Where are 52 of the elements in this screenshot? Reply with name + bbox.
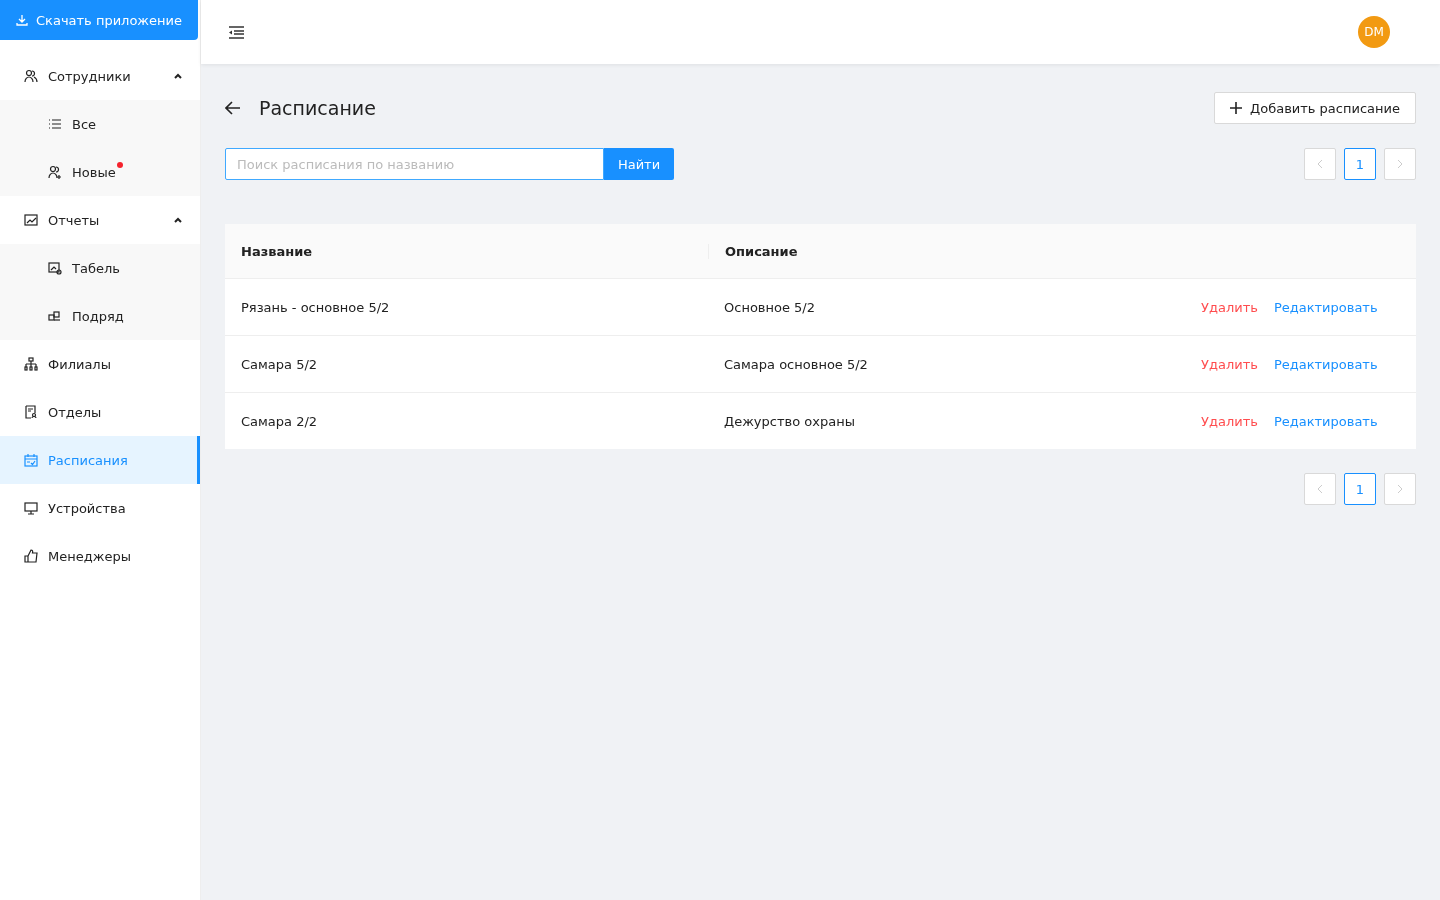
- table-cell: Рязань - основное 5/2: [241, 299, 390, 315]
- sidebar-item[interactable]: Менеджеры: [0, 532, 200, 580]
- back-arrow-icon[interactable]: [225, 101, 241, 115]
- edit-link[interactable]: Редактировать: [1273, 356, 1378, 372]
- chart-icon: [24, 213, 38, 227]
- delete-link[interactable]: Удалить: [1201, 413, 1258, 429]
- delete-link[interactable]: Удалить: [1201, 299, 1258, 315]
- sidebar-subitem[interactable]: Все: [0, 100, 200, 148]
- search-field[interactable]: Поиск расписания по названию: [225, 148, 604, 180]
- chevron-right-icon: [1397, 159, 1403, 169]
- page-button[interactable]: 1: [1344, 473, 1376, 505]
- thumbs-up-icon: [24, 549, 38, 563]
- menu-collapse-icon[interactable]: [229, 25, 244, 39]
- table-cell: Самара основное 5/2: [724, 356, 868, 372]
- blocks-icon: [48, 309, 62, 323]
- sidebar-item[interactable]: Сотрудники: [0, 52, 200, 100]
- column-header: Описание: [725, 243, 798, 259]
- sidebar-subitem[interactable]: Новые: [0, 148, 200, 196]
- chevron-left-icon: [1317, 484, 1323, 494]
- chevron-right-icon: [1397, 484, 1403, 494]
- add-schedule-button[interactable]: Добавить расписание: [1214, 92, 1416, 124]
- sidebar-item[interactable]: Отделы: [0, 388, 200, 436]
- edit-link[interactable]: Редактировать: [1273, 299, 1378, 315]
- search-button[interactable]: Найти: [604, 148, 674, 180]
- list-icon: [48, 117, 62, 131]
- calendar-icon: [24, 453, 38, 467]
- table-cell: Самара 5/2: [241, 356, 318, 372]
- sidebar-item[interactable]: Филиалы: [0, 340, 200, 388]
- user-avatar[interactable]: DM: [1358, 16, 1390, 48]
- page-button[interactable]: 1: [1344, 148, 1376, 180]
- sidebar-item[interactable]: Отчеты: [0, 196, 200, 244]
- sidebar-subitem[interactable]: Подряд: [0, 292, 200, 340]
- table-cell: Самара 2/2: [241, 413, 318, 429]
- report-icon: [48, 261, 62, 275]
- table-cell: Дежурство охраны: [724, 413, 855, 429]
- page-title: Расписание: [259, 97, 376, 119]
- delete-link[interactable]: Удалить: [1201, 356, 1258, 372]
- sidebar-item[interactable]: Устройства: [0, 484, 200, 532]
- column-header: Название: [241, 243, 313, 259]
- document-icon: [24, 405, 38, 419]
- table-cell: Основное 5/2: [724, 299, 815, 315]
- chevron-left-icon: [1317, 159, 1323, 169]
- download-app-button[interactable]: Скачать приложение: [0, 0, 198, 40]
- download-icon: [16, 14, 28, 26]
- plus-icon: [1230, 102, 1243, 114]
- edit-link[interactable]: Редактировать: [1273, 413, 1378, 429]
- sidebar-item[interactable]: Расписания: [0, 436, 200, 484]
- people-icon: [24, 69, 38, 83]
- sidebar-subitem[interactable]: Табель: [0, 244, 200, 292]
- add-user-icon: [48, 165, 62, 179]
- monitor-icon: [24, 501, 38, 515]
- hierarchy-icon: [24, 357, 38, 371]
